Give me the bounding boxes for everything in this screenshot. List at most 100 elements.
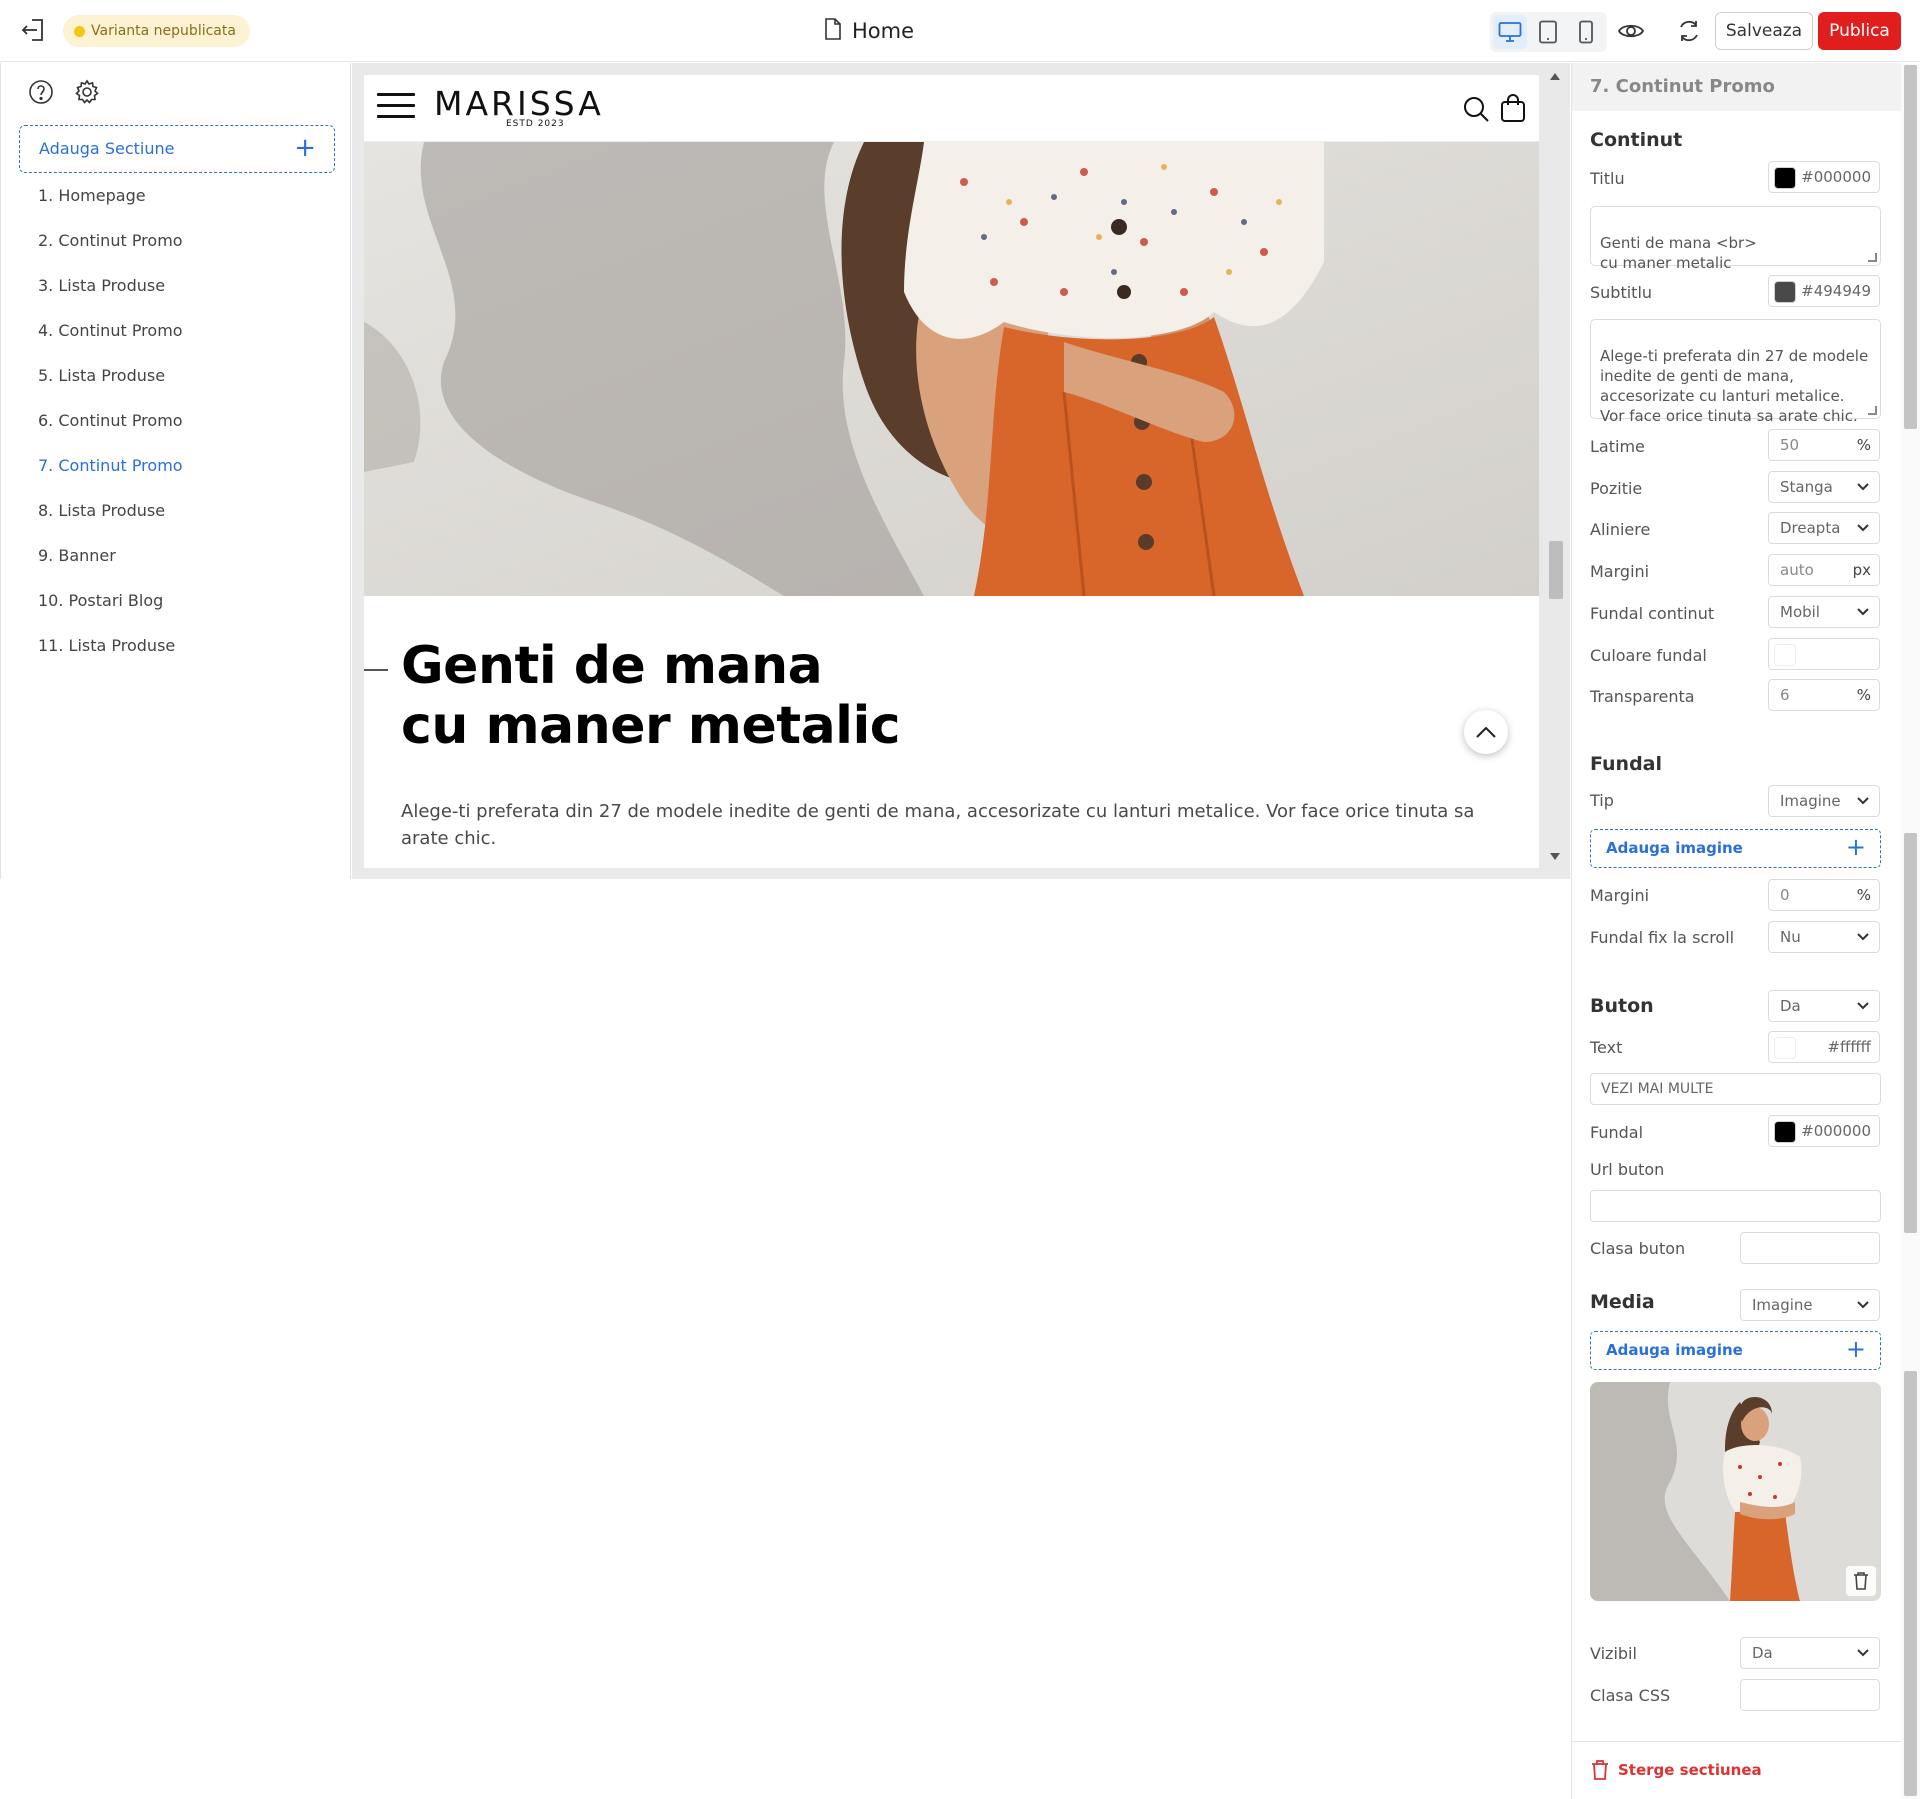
resize-grip[interactable] [1868,253,1877,262]
fundal-margini-value: 0 [1780,886,1790,904]
fundal-continut-label: Fundal continut [1590,604,1715,623]
scroll-up-arrow[interactable] [1550,73,1560,80]
buton-text-color-field[interactable]: #ffffff [1768,1031,1880,1063]
buton-select[interactable]: Da [1768,990,1880,1022]
aliniere-label: Aliniere [1590,520,1651,539]
aliniere-select[interactable]: Dreapta [1768,512,1880,544]
chevron-down-icon [1857,1301,1869,1309]
buton-fundal-color-field[interactable]: #000000 [1768,1115,1880,1147]
media-select[interactable]: Imagine [1740,1289,1880,1321]
site-preview[interactable]: MARISSA ESTD 2023 Genti de mana cu maner… [364,75,1539,868]
titlu-color-field[interactable]: #000000 [1768,161,1880,193]
buton-text-color-swatch[interactable] [1774,1037,1796,1059]
url-buton-input[interactable] [1590,1190,1881,1222]
subtitlu-color-hex: #494949 [1801,282,1871,300]
gear-icon[interactable] [74,79,100,105]
transparenta-input[interactable]: 6 % [1768,679,1880,711]
section-item[interactable]: 9. Banner [1,533,351,578]
add-section-button[interactable]: Adauga Sectiune + [19,125,335,173]
publish-button[interactable]: Publica [1818,12,1901,50]
latime-label: Latime [1590,437,1645,456]
sync-icon[interactable] [1674,16,1704,46]
search-icon[interactable] [1462,95,1490,127]
buton-fundal-color-swatch[interactable] [1774,1121,1796,1143]
section-item[interactable]: 5. Lista Produse [1,353,351,398]
chevron-down-icon [1857,1649,1869,1657]
media-add-image-button[interactable]: Adauga imagine + [1590,1331,1881,1370]
vizibil-value: Da [1752,1644,1773,1662]
panel-scrollbar[interactable] [1901,63,1920,1799]
plus-icon: + [294,133,316,163]
clasa-css-input[interactable] [1740,1679,1880,1711]
buton-value: Da [1780,997,1801,1015]
culoare-fundal-field[interactable] [1768,638,1880,670]
eye-icon[interactable] [1616,16,1646,46]
section-item[interactable]: 1. Homepage [1,173,351,218]
section-item[interactable]: 7. Continut Promo [1,443,351,488]
panel-scroll-thumb[interactable] [1904,65,1917,429]
delete-section-button[interactable]: Sterge sectiunea [1590,1757,1762,1783]
panel-divider [1572,1741,1902,1742]
buton-text-color-hex: #ffffff [1827,1038,1871,1056]
bag-icon[interactable] [1500,93,1526,127]
exit-icon[interactable] [18,15,48,45]
panel-scroll-thumb[interactable] [1904,833,1917,1233]
latime-input[interactable]: 50 % [1768,429,1880,461]
site-logo[interactable]: MARISSA [434,87,604,121]
tablet-icon[interactable] [1531,15,1565,49]
hamburger-icon[interactable] [377,93,415,123]
buton-fundal-label: Fundal [1590,1123,1644,1142]
fundal-continut-select[interactable]: Mobil [1768,596,1880,628]
tip-select[interactable]: Imagine [1768,785,1880,817]
scroll-down-arrow[interactable] [1550,853,1560,860]
titlu-label: Titlu [1590,169,1625,188]
section-item[interactable]: 6. Continut Promo [1,398,351,443]
margini-input[interactable]: auto px [1768,554,1880,586]
promo-subtitle[interactable]: Alege-ti preferata din 27 de modele ined… [401,798,1501,852]
subtitlu-textarea[interactable]: Alege-ti preferata din 27 de modele ined… [1590,319,1881,425]
status-badge: Varianta nepublicata [63,15,250,47]
titlu-color-swatch[interactable] [1774,167,1796,189]
latime-value: 50 [1780,436,1800,454]
chevron-down-icon [1857,483,1869,491]
section-item[interactable]: 10. Postari Blog [1,578,351,623]
transparenta-value: 6 [1780,686,1790,704]
media-delete-button[interactable] [1846,1566,1876,1596]
chevron-up-icon [1476,726,1496,738]
culoare-fundal-swatch[interactable] [1774,644,1796,666]
section-item[interactable]: 8. Lista Produse [1,488,351,533]
media-title: Media [1590,1291,1655,1313]
plus-icon: + [1845,833,1866,861]
panel-scroll-thumb[interactable] [1904,1371,1917,1796]
promo-dash [364,669,388,671]
scroll-thumb[interactable] [1549,541,1563,599]
buton-text-input[interactable]: VEZI MAI MULTE [1590,1073,1881,1105]
canvas-scrollbar[interactable] [1540,63,1570,879]
fundal-add-image-button[interactable]: Adauga imagine + [1590,829,1881,868]
panel-header: 7. Continut Promo [1572,63,1902,111]
promo-title[interactable]: Genti de mana cu maner metalic [401,636,901,756]
section-item[interactable]: 4. Continut Promo [1,308,351,353]
section-item[interactable]: 11. Lista Produse [1,623,351,668]
titlu-textarea[interactable]: Genti de mana <br> cu maner metalic [1590,206,1881,272]
promo-title-line2: cu maner metalic [401,696,901,756]
help-icon[interactable] [28,79,54,105]
section-item[interactable]: 3. Lista Produse [1,263,351,308]
chevron-down-icon [1857,933,1869,941]
fundal-fix-select[interactable]: Nu [1768,921,1880,953]
plus-icon: + [1845,1335,1866,1363]
media-thumbnail[interactable] [1590,1382,1881,1601]
trash-icon [1592,1760,1608,1780]
fundal-margini-input[interactable]: 0 % [1768,879,1880,911]
scroll-top-button[interactable] [1464,710,1508,754]
save-button[interactable]: Salveaza [1715,12,1813,50]
desktop-icon[interactable] [1493,15,1527,49]
vizibil-select[interactable]: Da [1740,1637,1880,1669]
subtitlu-color-field[interactable]: #494949 [1768,275,1880,307]
clasa-buton-input[interactable] [1740,1232,1880,1264]
subtitlu-color-swatch[interactable] [1774,281,1796,303]
section-item[interactable]: 2. Continut Promo [1,218,351,263]
mobile-icon[interactable] [1569,15,1603,49]
resize-grip[interactable] [1868,406,1877,415]
pozitie-select[interactable]: Stanga [1768,471,1880,503]
